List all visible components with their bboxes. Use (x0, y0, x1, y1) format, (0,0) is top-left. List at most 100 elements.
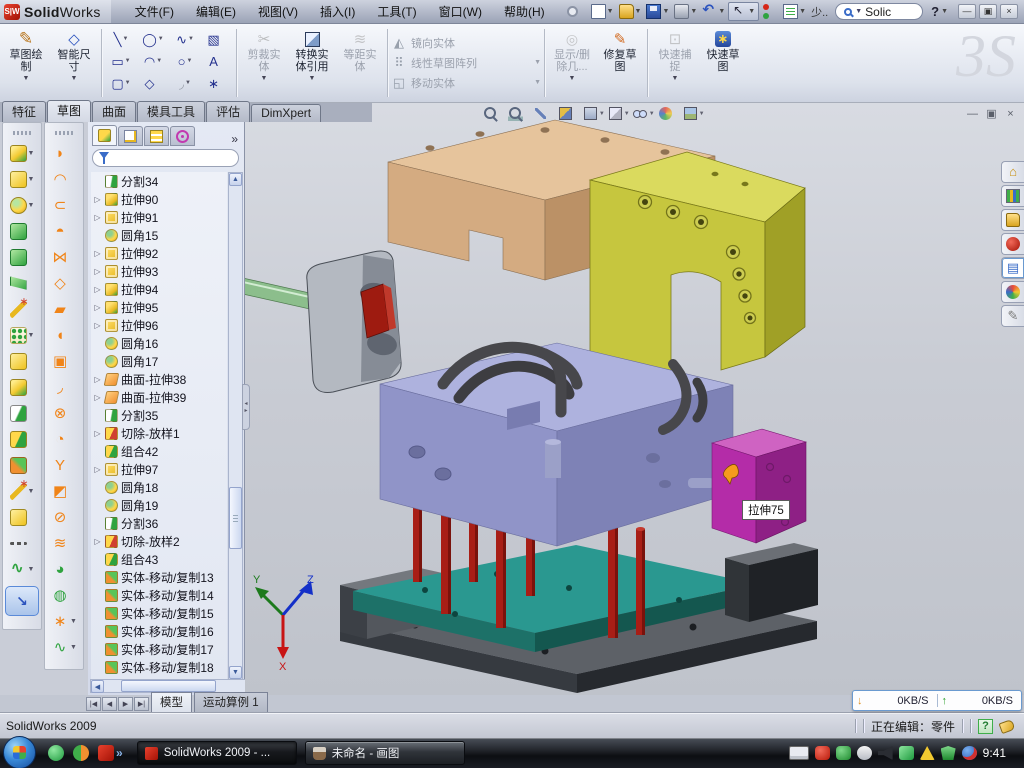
scroll-down-icon[interactable]: ▼ (229, 666, 242, 679)
tree-item[interactable]: ▷ 实体-移动/复制13 (91, 568, 227, 586)
file-explorer-tab[interactable] (1001, 209, 1024, 231)
linear-sketch-pattern-button[interactable]: ⠿ 线性草图阵列 ▼ (391, 53, 541, 72)
smart-dimension-caret-icon[interactable]: ▼ (71, 75, 78, 82)
scrollbar-thumb[interactable] (121, 680, 216, 692)
curve-2-icon[interactable]: ∿ ▼ (45, 634, 83, 660)
document-tab[interactable]: 运动算例 1 (194, 692, 268, 712)
ruled-surface-icon[interactable]: ◞ ▼ (45, 374, 83, 400)
expander-icon[interactable]: ▷ (93, 375, 102, 384)
sync-status-icon[interactable] (962, 746, 977, 760)
sketch-button[interactable]: 草图绘制 ▼ (2, 27, 50, 82)
rib-icon[interactable]: ▼ (3, 348, 41, 374)
tree-item[interactable]: ▷ 切除-放样1 (91, 424, 227, 442)
tree-item[interactable]: ▷ 圆角15 (91, 226, 227, 244)
combine-icon[interactable]: ▼ (3, 426, 41, 452)
appearances-scenes-tab[interactable] (1001, 281, 1024, 303)
plane-icon[interactable]: ▼ (3, 504, 41, 530)
lofted-surface-icon[interactable]: ◓ ▼ (45, 218, 83, 244)
quick-snaps-button[interactable]: 快速捕捉 ▼ (651, 27, 699, 82)
custom-properties-tab[interactable] (1001, 305, 1024, 327)
tree-item[interactable]: ▷ 分割35 (91, 406, 227, 424)
tree-item[interactable]: ▷ 圆角18 (91, 478, 227, 496)
zoom-fit-icon[interactable]: ▼ (483, 106, 505, 121)
menu-item[interactable]: 插入(I) (310, 1, 365, 22)
toolbar-grip[interactable] (13, 131, 31, 135)
document-tab[interactable]: 模型 (151, 692, 192, 712)
expander-icon[interactable]: ▷ (93, 267, 102, 276)
ribbon-tab[interactable]: 特征 (2, 101, 46, 122)
expander-icon[interactable]: ▷ (93, 213, 102, 222)
trim-surface-icon[interactable]: ⊘ ▼ (45, 504, 83, 530)
draft-icon[interactable]: ▼ (3, 270, 41, 296)
dropdown-caret-icon[interactable]: ▼ (186, 58, 192, 64)
expander-icon[interactable]: ▷ (93, 321, 102, 330)
propertymanager-tab[interactable] (118, 126, 143, 146)
design-library-tab[interactable] (1001, 185, 1024, 207)
display-style-icon[interactable]: ▼ (608, 106, 630, 121)
offset-surface-icon[interactable]: ◇ ▼ (45, 270, 83, 296)
insert-block-part[interactable] (712, 429, 806, 543)
expander-icon[interactable]: ▷ (93, 393, 102, 402)
apply-scene-icon[interactable]: ▼ (683, 106, 705, 121)
menu-item[interactable]: 帮助(H) (494, 1, 555, 22)
reference-geometry-2-icon[interactable]: ∗ ▼ (45, 608, 83, 634)
search-box[interactable]: ▼ Solic (835, 3, 923, 20)
restore-button[interactable]: ▣ (979, 4, 997, 19)
network-status-icon[interactable] (899, 746, 914, 760)
chamfer-icon[interactable]: ▼ (3, 218, 41, 244)
prev-tab-icon[interactable]: ◀ (102, 697, 117, 711)
tree-item[interactable]: ▷ 实体-移动/复制17 (91, 640, 227, 658)
tree-item[interactable]: ▷ 分割36 (91, 514, 227, 532)
help-caret-icon[interactable]: ▼ (941, 8, 948, 15)
mirror-entities-button[interactable]: ◭ 镜向实体 ▼ (391, 33, 541, 52)
dropdown-caret-icon[interactable]: ▼ (718, 8, 725, 15)
shell-icon[interactable]: ▼ (3, 244, 41, 270)
view-orientation-icon[interactable]: ▼ (583, 106, 605, 121)
featuremanager-tab[interactable] (92, 125, 117, 146)
warning-icon[interactable] (920, 746, 935, 760)
thicken-icon[interactable]: ◍ ▼ (45, 582, 83, 608)
dropdown-caret-icon[interactable]: ▼ (690, 8, 697, 15)
tree-item[interactable]: ▷ 拉伸92 (91, 244, 227, 262)
planar-surface-icon[interactable]: ▰ ▼ (45, 296, 83, 322)
pin-icon[interactable]: ▼ (565, 5, 588, 18)
traffic-light-icon[interactable]: ▼ (760, 3, 780, 20)
untrim-surface-icon[interactable]: ◔ ▼ (45, 426, 83, 452)
tree-item[interactable]: ▷ 拉伸97 (91, 460, 227, 478)
print-icon[interactable]: ▼ (672, 3, 699, 20)
slot-icon[interactable]: ▢ ▼ (105, 72, 137, 94)
doc-minimize-button[interactable]: — (965, 107, 980, 122)
dropdown-caret-icon[interactable]: ▼ (156, 58, 162, 64)
trim-entities-button[interactable]: 剪裁实体 ▼ (240, 27, 288, 82)
zoom-area-icon[interactable]: ▼ (508, 106, 530, 121)
right-rail-part[interactable] (725, 543, 818, 622)
dropdown-caret-icon[interactable]: ▼ (158, 36, 164, 42)
expander-icon[interactable]: ▷ (93, 303, 102, 312)
view-palette-tab[interactable] (1001, 257, 1024, 279)
close-button[interactable]: × (1000, 4, 1018, 19)
dropdown-caret-icon[interactable]: ▼ (534, 79, 541, 86)
knit-surface-icon[interactable]: ≋ ▼ (45, 530, 83, 556)
dropdown-caret-icon[interactable]: ▼ (635, 8, 642, 15)
graphics-viewport[interactable]: ▼ ▼ ▼ ▼ ▼ (245, 103, 1024, 695)
extend-surface-icon[interactable]: ◩ ▼ (45, 478, 83, 504)
tag-icon[interactable] (999, 718, 1016, 733)
tree-item[interactable]: ▷ 组合43 (91, 550, 227, 568)
start-button[interactable] (3, 736, 36, 768)
fillet-icon[interactable]: ▼ (3, 192, 41, 218)
tree-item[interactable]: ▷ 拉伸93 (91, 262, 227, 280)
last-tab-icon[interactable]: ▶| (134, 697, 149, 711)
network-speed-widget[interactable]: ↓ 0KB/S ↑ 0KB/S (852, 690, 1022, 711)
dome-icon[interactable]: ▼ (3, 374, 41, 400)
point-icon[interactable]: ∗ ▼ (201, 72, 233, 94)
display-delete-relations-button[interactable]: 显示/删除几... ▼ (548, 27, 596, 82)
tree-item[interactable]: ▷ 曲面-拉伸39 (91, 388, 227, 406)
offset-entities-button[interactable]: 等距实体 (336, 27, 384, 73)
quick-tips-icon[interactable]: ? (978, 719, 993, 734)
extruded-cut-icon[interactable]: ▼ (3, 166, 41, 192)
sketch-fillet-icon[interactable]: ◞ ▼ (169, 72, 201, 94)
minimize-button[interactable]: — (958, 4, 976, 19)
menu-item[interactable]: 视图(V) (248, 1, 308, 22)
update-badge-icon[interactable] (857, 746, 872, 760)
repair-sketch-button[interactable]: 修复草图 (596, 27, 644, 73)
